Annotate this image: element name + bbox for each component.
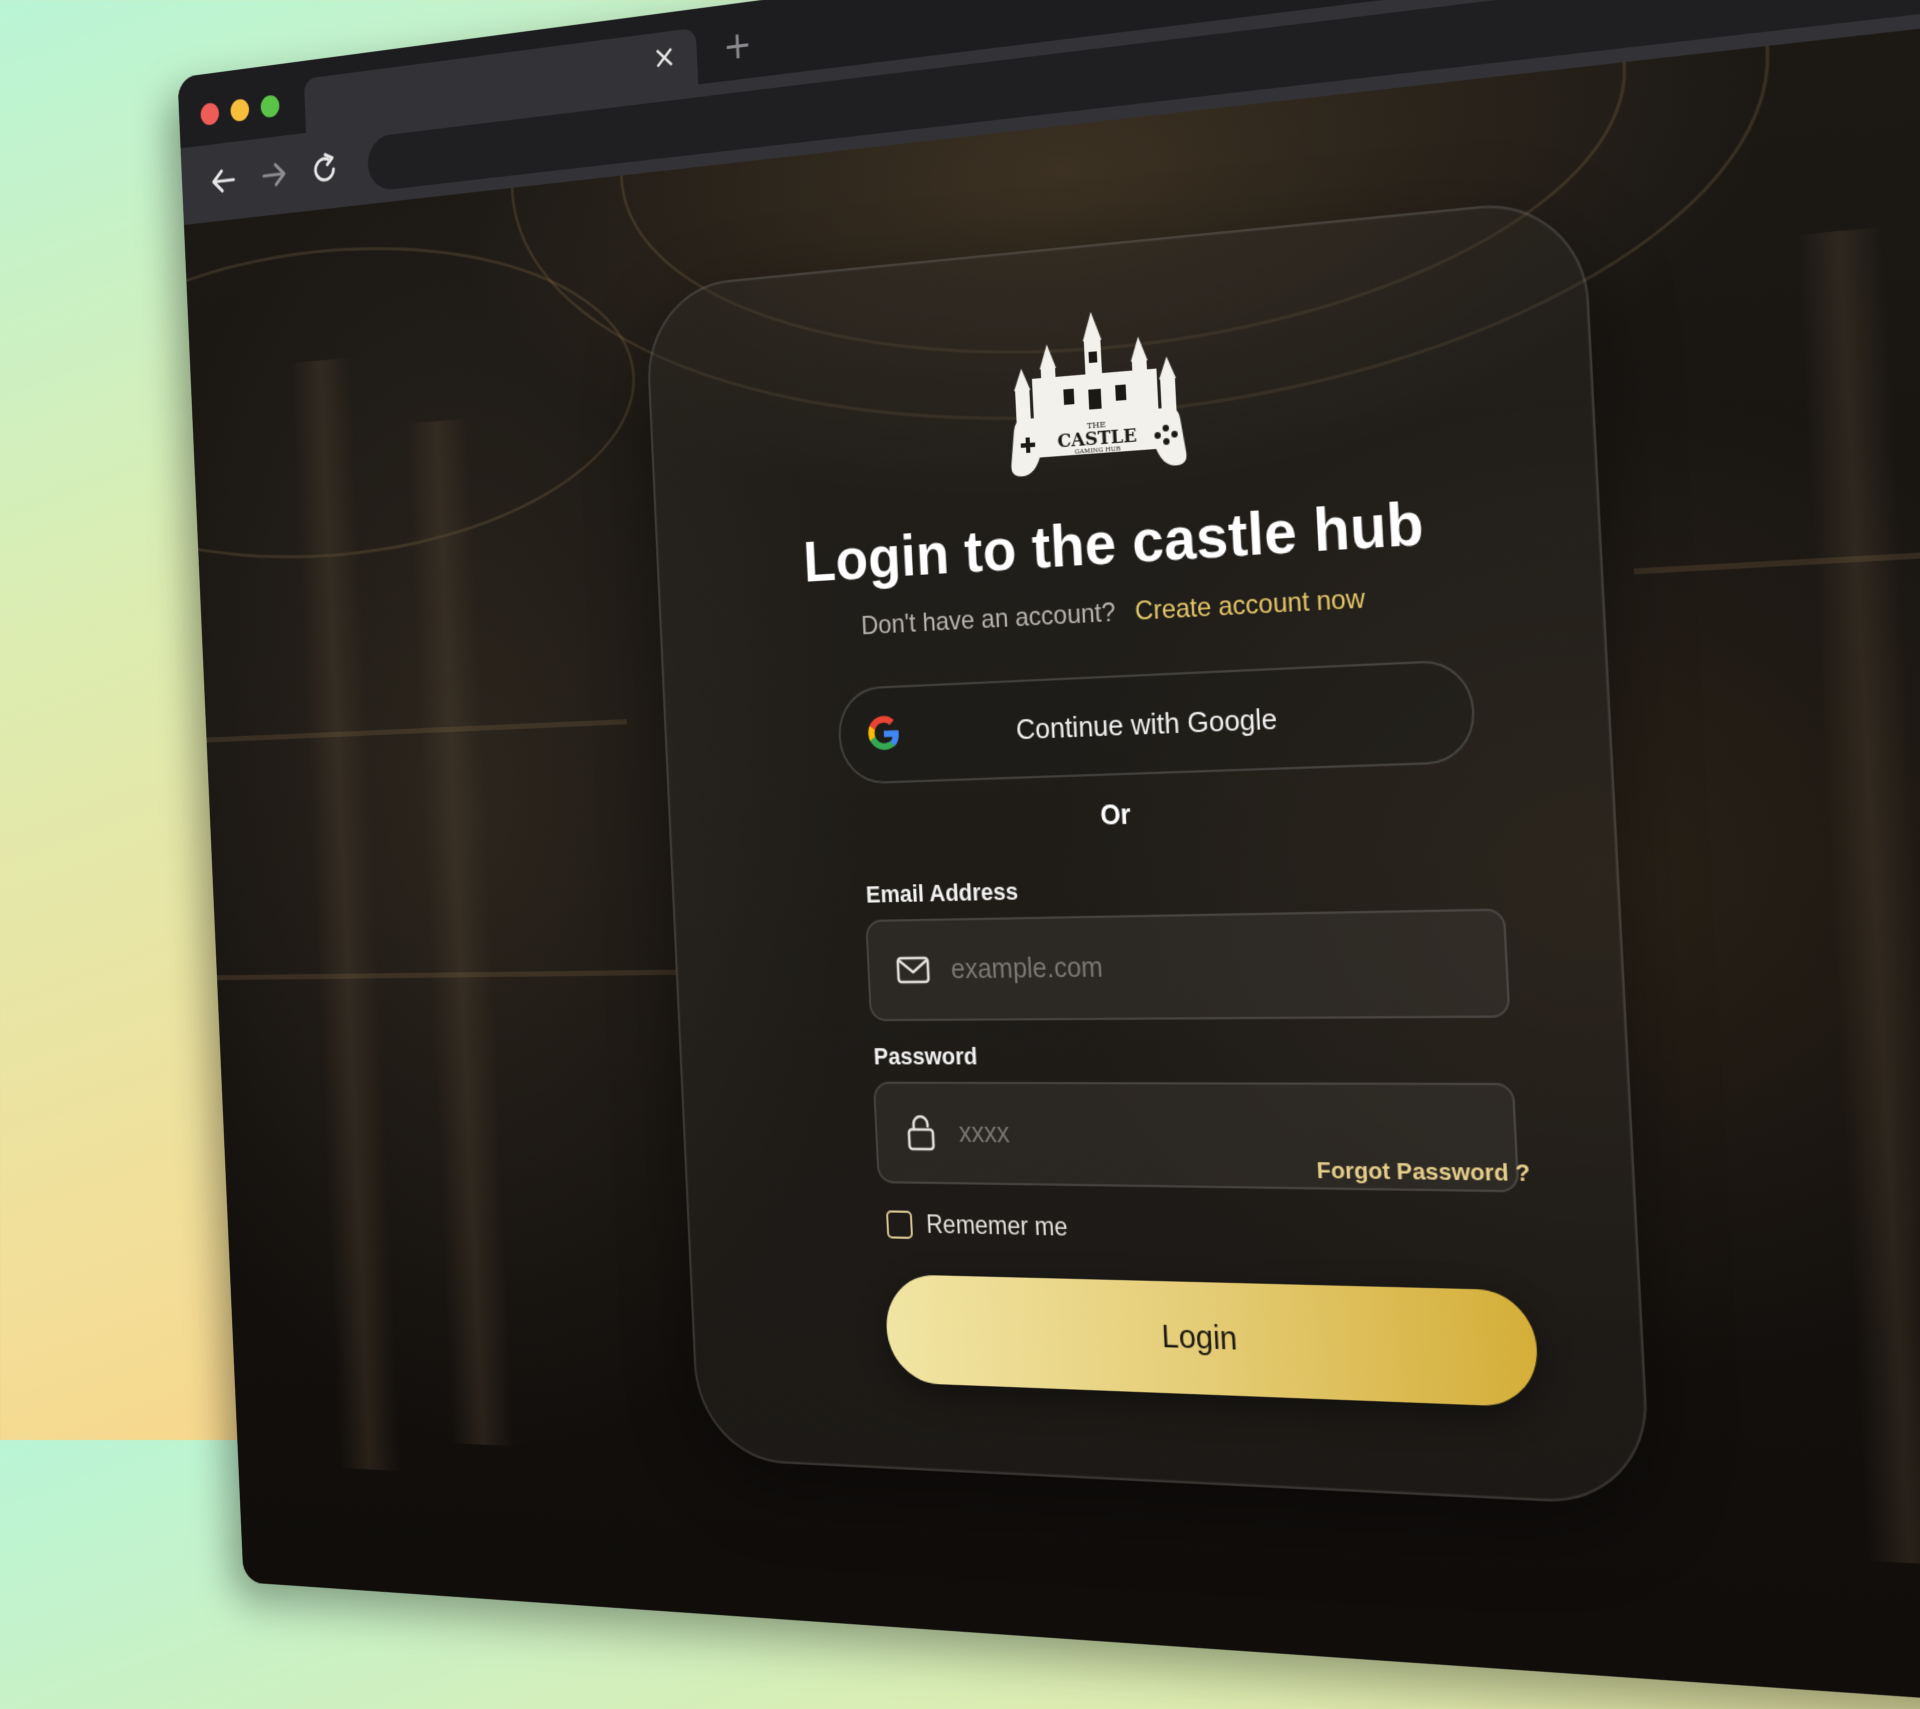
window-controls bbox=[200, 94, 280, 127]
no-account-text: Don't have an account? bbox=[860, 597, 1117, 641]
background-pillar bbox=[405, 418, 515, 1447]
page-viewport: THE CASTLE GAMING HUB Login to the castl… bbox=[183, 0, 1920, 1709]
create-account-link[interactable]: Create account now bbox=[1134, 584, 1365, 627]
remember-me[interactable]: Rememer me bbox=[885, 1209, 1069, 1242]
lock-icon bbox=[902, 1113, 940, 1152]
mail-icon bbox=[894, 950, 932, 989]
login-button[interactable]: Login bbox=[884, 1274, 1540, 1408]
forward-arrow-icon[interactable] bbox=[256, 153, 292, 197]
login-card: THE CASTLE GAMING HUB Login to the castl… bbox=[643, 195, 1652, 1507]
background-ledge bbox=[206, 719, 627, 743]
forgot-password-link[interactable]: Forgot Password ? bbox=[1316, 1158, 1531, 1188]
back-arrow-icon[interactable] bbox=[206, 159, 241, 202]
password-input[interactable] bbox=[955, 1107, 1475, 1164]
google-button-label: Continue with Google bbox=[1015, 701, 1278, 746]
email-label: Email Address bbox=[865, 877, 1019, 909]
login-button-label: Login bbox=[1160, 1318, 1239, 1357]
castle-gaming-hub-logo: THE CASTLE GAMING HUB bbox=[1009, 311, 1187, 478]
browser-window: × + THE CASTLE GAMING HUB Login to the c… bbox=[177, 0, 1920, 1709]
close-icon[interactable]: × bbox=[652, 38, 677, 78]
close-window-button[interactable] bbox=[200, 102, 220, 127]
new-tab-button[interactable]: + bbox=[722, 23, 753, 70]
email-input[interactable] bbox=[947, 936, 1466, 995]
password-label: Password bbox=[873, 1042, 978, 1070]
remember-me-label: Rememer me bbox=[925, 1209, 1069, 1242]
email-field[interactable] bbox=[865, 908, 1511, 1022]
reload-icon[interactable] bbox=[307, 147, 343, 191]
or-divider: Or bbox=[1099, 799, 1132, 832]
minimize-window-button[interactable] bbox=[230, 98, 250, 123]
maximize-window-button[interactable] bbox=[260, 94, 280, 119]
continue-with-google-button[interactable]: Continue with Google bbox=[836, 658, 1477, 785]
background-pillar bbox=[1796, 227, 1920, 1566]
remember-me-checkbox[interactable] bbox=[885, 1209, 914, 1239]
scene: × + THE CASTLE GAMING HUB Login to the c… bbox=[0, 0, 1920, 1709]
